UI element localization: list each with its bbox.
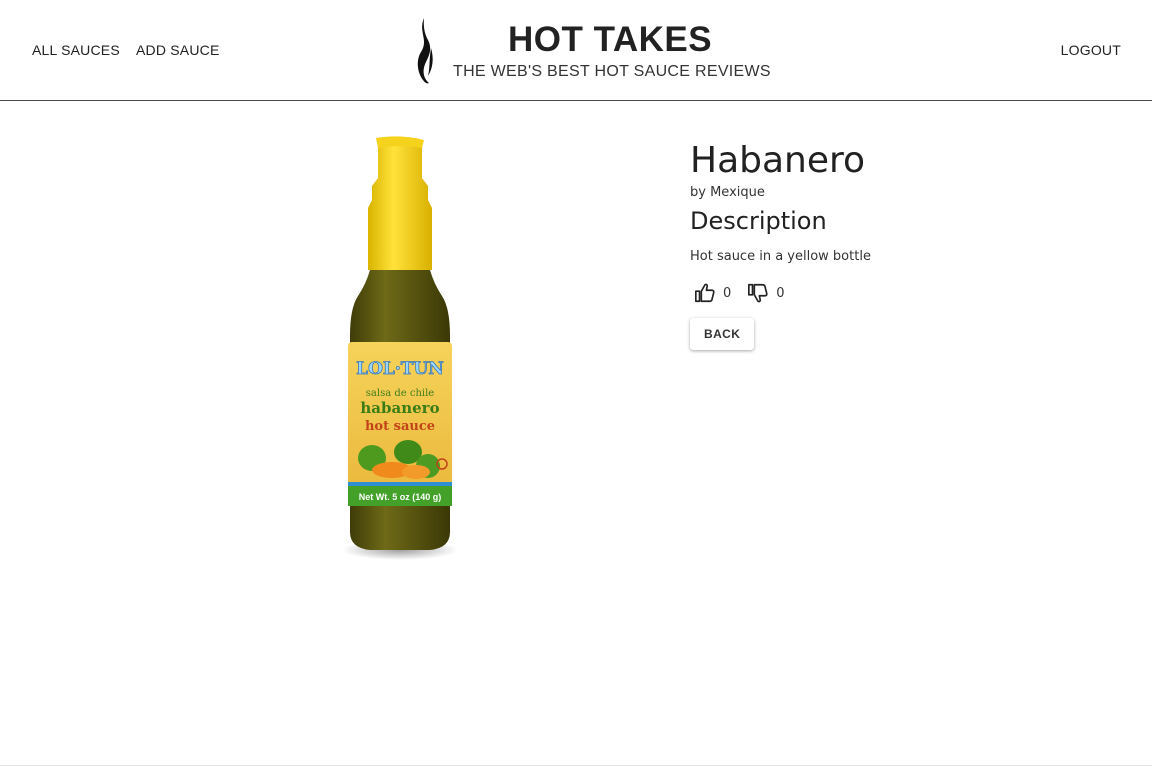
brand: HOT TAKES THE WEB'S BEST HOT SAUCE REVIE…	[410, 16, 790, 86]
sauce-image: LOL·TUN salsa de chile habanero hot sauc…	[330, 136, 470, 566]
site-header: ALL SAUCES ADD SAUCE HOT TAKES THE WEB'S…	[0, 0, 1152, 101]
label-line1: salsa de chile	[366, 388, 435, 399]
sauce-description: Hot sauce in a yellow bottle	[690, 249, 871, 264]
label-line2: habanero	[360, 399, 439, 417]
label-weight: Net Wt. 5 oz (140 g)	[359, 492, 442, 502]
brand-subtitle: THE WEB'S BEST HOT SAUCE REVIEWS	[453, 63, 771, 80]
flame-icon	[417, 18, 433, 84]
back-button[interactable]: BACK	[690, 318, 755, 350]
thumbs-down-icon	[748, 283, 768, 303]
vote-bar: 0 0	[690, 282, 1090, 304]
sauce-detail-page: ALL SAUCES ADD SAUCE HOT TAKES THE WEB'S…	[0, 0, 1152, 766]
nav-add-sauce-link[interactable]: ADD SAUCE	[136, 42, 219, 58]
dislike-count: 0	[776, 285, 785, 301]
description-heading: Description	[690, 207, 827, 235]
label-brand: LOL·TUN	[356, 359, 444, 379]
nav-all-sauces-link[interactable]: ALL SAUCES	[32, 42, 120, 58]
thumbs-up-icon	[695, 283, 715, 303]
like-count: 0	[723, 285, 732, 301]
logout-link[interactable]: LOGOUT	[1061, 42, 1121, 58]
sauce-details: Habanero by Mexique Description Hot sauc…	[690, 140, 1090, 350]
label-line3: hot sauce	[365, 419, 435, 434]
dislike-button[interactable]: 0	[747, 282, 785, 304]
brand-title: HOT TAKES	[508, 20, 713, 59]
like-button[interactable]: 0	[694, 282, 731, 304]
sauce-name: Habanero	[690, 140, 866, 181]
hot-sauce-bottle-icon: LOL·TUN salsa de chile habanero hot sauc…	[342, 136, 458, 560]
sauce-manufacturer: by Mexique	[690, 185, 765, 200]
